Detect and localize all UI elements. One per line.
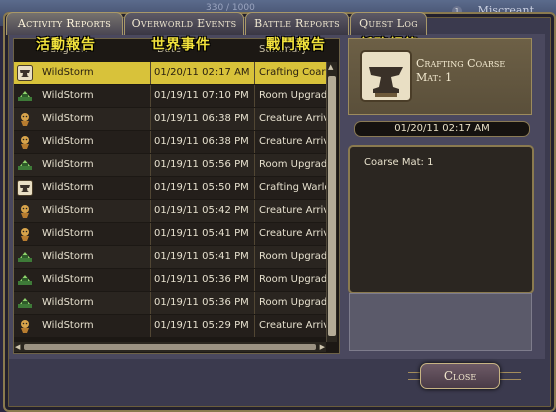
creature-arrival-icon	[17, 111, 33, 127]
row-date: 01/20/11 02:17 AM	[154, 67, 250, 78]
scroll-up-arrow-icon[interactable]: ▲	[328, 63, 333, 71]
translation-activity-reports: 活動報告	[36, 37, 96, 53]
row-summary: Room Upgrade	[259, 159, 326, 170]
table-row[interactable]: WildStorm 01/19/11 06:38 PM Creature Arriv…	[14, 131, 326, 153]
row-dungeon: WildStorm	[42, 136, 94, 147]
row-date: 01/19/11 06:38 PM	[154, 136, 249, 147]
creature-arrival-icon	[17, 134, 33, 150]
close-decoration-right	[497, 372, 521, 380]
vertical-scroll-thumb[interactable]	[328, 76, 336, 336]
row-dungeon: WildStorm	[42, 182, 94, 193]
row-summary: Creature Arrival	[259, 205, 326, 216]
row-summary: Crafting Warlock	[259, 182, 326, 193]
row-summary: Creature Arrival	[259, 320, 326, 331]
room-upgrade-icon	[17, 272, 33, 288]
row-summary: Creature Arrival	[259, 136, 326, 147]
room-upgrade-icon	[17, 88, 33, 104]
row-summary: Room Upgrade	[259, 90, 326, 101]
table-row[interactable]: WildStorm 01/19/11 07:10 PM Room Upgrade	[14, 85, 326, 107]
creature-arrival-icon	[17, 226, 33, 242]
room-upgrade-icon	[17, 249, 33, 265]
translation-overworld-events: 世界事件	[151, 37, 211, 53]
row-dungeon: WildStorm	[42, 320, 94, 331]
creature-arrival-icon	[17, 318, 33, 334]
row-date: 01/19/11 05:36 PM	[154, 297, 249, 308]
table-row[interactable]: WildStorm 01/19/11 05:36 PM Room Upgrade	[14, 269, 326, 291]
row-date: 01/19/11 05:41 PM	[154, 251, 249, 262]
table-row[interactable]: WildStorm 01/19/11 06:38 PM Creature Arriv…	[14, 108, 326, 130]
translation-battle-reports: 戰鬥報告	[266, 37, 326, 53]
row-date: 01/19/11 05:29 PM	[154, 320, 249, 331]
crafting-anvil-icon	[17, 180, 33, 196]
table-row[interactable]: WildStorm 01/19/11 05:56 PM Room Upgrade	[14, 154, 326, 176]
tab-overworld-events[interactable]: Overworld Events	[124, 12, 244, 35]
tab-battle-reports[interactable]: Battle Reports	[245, 12, 349, 35]
row-dungeon: WildStorm	[42, 90, 94, 101]
table-row[interactable]: WildStorm 01/19/11 05:36 PM Room Upgrade	[14, 292, 326, 314]
table-row[interactable]: WildStorm 01/19/11 05:41 PM Room Upgrade	[14, 246, 326, 268]
row-date: 01/19/11 05:42 PM	[154, 205, 249, 216]
row-dungeon: WildStorm	[42, 67, 94, 78]
row-summary: Crafting Coarse	[259, 67, 326, 78]
table-row[interactable]: WildStorm 01/20/11 02:17 AM Crafting Coars…	[14, 62, 326, 84]
horizontal-scroll-thumb[interactable]	[24, 344, 316, 350]
detail-empty-panel	[349, 293, 532, 351]
row-summary: Room Upgrade	[259, 251, 326, 262]
room-upgrade-icon	[17, 295, 33, 311]
scroll-left-arrow-icon[interactable]: ◀	[15, 343, 20, 351]
tab-activity-reports[interactable]: Activity Reports	[6, 12, 123, 35]
row-summary: Room Upgrade	[259, 297, 326, 308]
table-row[interactable]: WildStorm 01/19/11 05:50 PM Crafting Warlo…	[14, 177, 326, 199]
table-row[interactable]: WildStorm 01/19/11 05:29 PM Creature Arriv…	[14, 315, 326, 337]
row-dungeon: WildStorm	[42, 159, 94, 170]
row-summary: Room Upgrade	[259, 274, 326, 285]
row-date: 01/19/11 05:56 PM	[154, 159, 249, 170]
row-date: 01/19/11 05:36 PM	[154, 274, 249, 285]
detail-description-box: Coarse Mat: 1	[348, 145, 534, 294]
room-upgrade-icon	[17, 157, 33, 173]
row-dungeon: WildStorm	[42, 297, 94, 308]
row-date: 01/19/11 05:50 PM	[154, 182, 249, 193]
table-row[interactable]: WildStorm 01/19/11 05:41 PM Creature Arriv…	[14, 223, 326, 245]
detail-title-line2: Mat: 1	[416, 71, 453, 84]
detail-description: Coarse Mat: 1	[364, 157, 434, 168]
row-summary: Creature Arrival	[259, 113, 326, 124]
detail-date: 01/20/11 02:17 AM	[354, 121, 530, 137]
crafting-anvil-icon	[17, 65, 33, 81]
creature-arrival-icon	[17, 203, 33, 219]
row-date: 01/19/11 06:38 PM	[154, 113, 249, 124]
row-date: 01/19/11 05:41 PM	[154, 228, 249, 239]
scroll-right-arrow-icon[interactable]: ▶	[320, 343, 325, 351]
detail-title-line1: Crafting Coarse	[416, 57, 506, 70]
vertical-scrollbar[interactable]: ▲	[326, 62, 337, 342]
crafting-anvil-icon	[360, 50, 412, 102]
tab-quest-log[interactable]: Quest Log	[350, 12, 427, 35]
row-summary: Creature Arrival	[259, 228, 326, 239]
row-date: 01/19/11 07:10 PM	[154, 90, 249, 101]
close-button[interactable]: Close	[420, 363, 500, 389]
row-dungeon: WildStorm	[42, 228, 94, 239]
table-row[interactable]: WildStorm 01/19/11 05:42 PM Creature Arriv…	[14, 200, 326, 222]
row-dungeon: WildStorm	[42, 274, 94, 285]
row-dungeon: WildStorm	[42, 113, 94, 124]
row-dungeon: WildStorm	[42, 251, 94, 262]
horizontal-scrollbar[interactable]: ◀ ▶	[14, 342, 326, 352]
row-dungeon: WildStorm	[42, 205, 94, 216]
detail-title: Crafting Coarse Mat: 1	[416, 57, 536, 85]
